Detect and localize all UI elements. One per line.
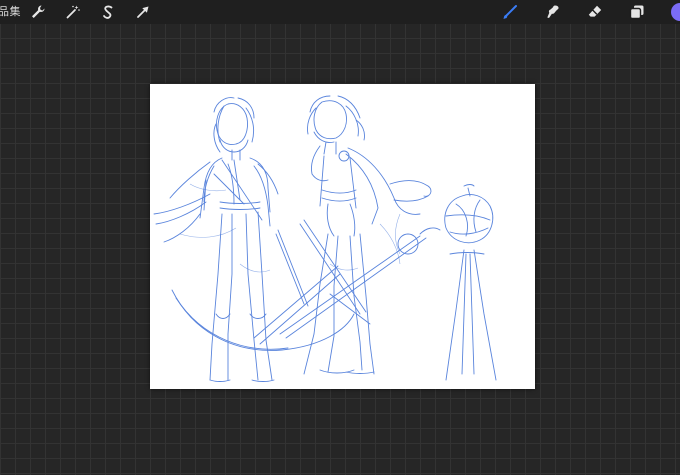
- drawing-canvas[interactable]: [150, 84, 535, 389]
- transform-button[interactable]: [133, 2, 153, 22]
- selection-s-icon: [103, 5, 113, 19]
- smudge-icon: [547, 5, 559, 18]
- smudge-button[interactable]: [542, 2, 562, 22]
- adjustments-button[interactable]: [63, 2, 83, 22]
- layers-icon: [629, 5, 644, 20]
- current-color-swatch[interactable]: [671, 3, 680, 21]
- eraser-icon: [588, 5, 602, 17]
- character-sketch: [153, 95, 497, 382]
- layers-button[interactable]: [627, 2, 647, 22]
- gallery-button[interactable]: 品集: [0, 4, 21, 20]
- magic-wand-icon: [66, 5, 80, 19]
- eraser-button[interactable]: [585, 2, 605, 22]
- brush-button[interactable]: [500, 2, 520, 22]
- actions-button[interactable]: [28, 2, 48, 22]
- wrench-icon: [32, 5, 45, 18]
- selection-button[interactable]: [98, 2, 118, 22]
- top-toolbar: 品集: [0, 0, 680, 24]
- brush-icon: [503, 5, 517, 19]
- transform-arrow-icon: [137, 6, 149, 18]
